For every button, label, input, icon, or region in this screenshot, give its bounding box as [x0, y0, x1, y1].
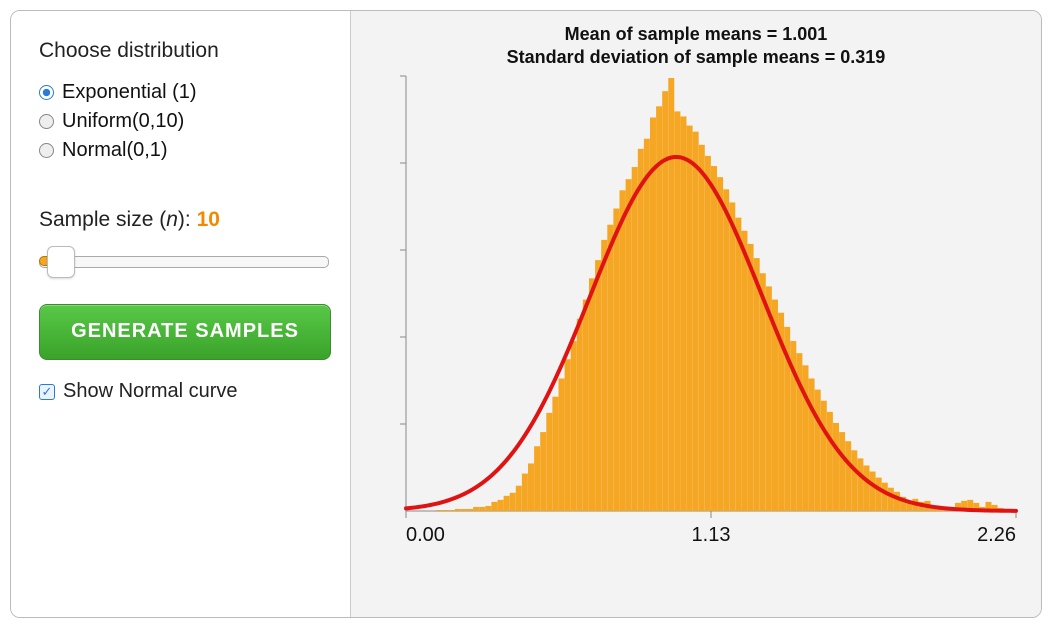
svg-text:1.13: 1.13 — [692, 524, 731, 546]
radio-uniform[interactable]: Uniform(0,10) — [39, 108, 324, 135]
svg-text:2.26: 2.26 — [977, 524, 1016, 546]
chart-svg: 0.00 1.13 2.26 — [351, 11, 1041, 617]
svg-text:0.00: 0.00 — [406, 524, 445, 546]
show-normal-curve-checkbox[interactable]: ✓ Show Normal curve — [39, 380, 324, 403]
chart-panel: Mean of sample means = 1.001 Standard de… — [351, 11, 1041, 617]
radio-dot-icon — [39, 114, 54, 129]
slider-track — [39, 256, 329, 268]
sample-size-label: Sample size (n): 10 — [39, 208, 324, 232]
distribution-radio-group: Exponential (1) Uniform(0,10) Normal(0,1… — [39, 79, 324, 164]
radio-exponential[interactable]: Exponential (1) — [39, 79, 324, 106]
controls-sidebar: Choose distribution Exponential (1) Unif… — [11, 11, 351, 617]
radio-label: Exponential (1) — [62, 79, 197, 106]
checkbox-icon: ✓ — [39, 384, 55, 400]
sample-size-value: 10 — [197, 208, 220, 231]
radio-label: Normal(0,1) — [62, 137, 168, 164]
slider-thumb-icon[interactable] — [47, 246, 75, 278]
app-frame: Choose distribution Exponential (1) Unif… — [10, 10, 1042, 618]
radio-dot-icon — [39, 143, 54, 158]
generate-samples-button[interactable]: GENERATE SAMPLES — [39, 304, 331, 360]
sample-size-slider[interactable] — [39, 246, 329, 276]
checkbox-label: Show Normal curve — [63, 380, 238, 403]
distribution-title: Choose distribution — [39, 39, 324, 63]
radio-label: Uniform(0,10) — [62, 108, 184, 135]
radio-dot-icon — [39, 85, 54, 100]
radio-normal[interactable]: Normal(0,1) — [39, 137, 324, 164]
